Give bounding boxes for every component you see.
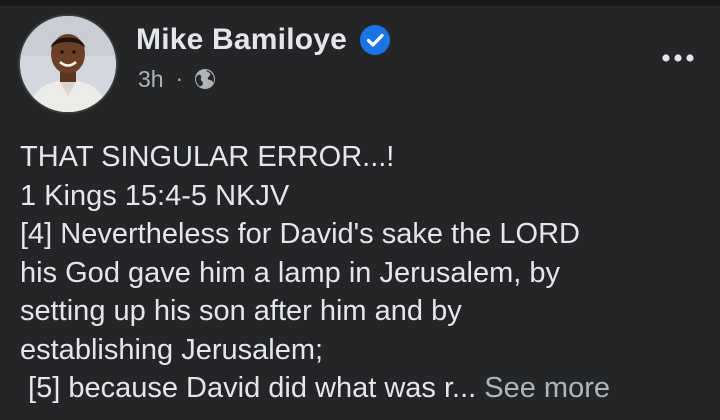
post-text-line: establishing Jerusalem; bbox=[20, 333, 324, 366]
post-text-line: setting up his son after him and by bbox=[20, 295, 462, 327]
feed-post: Mike Bamiloye 3h · THAT SINGULAR ERROR..… bbox=[0, 6, 720, 420]
post-text: THAT SINGULAR ERROR...! 1 Kings 15:4-5 N… bbox=[20, 138, 710, 408]
verified-badge-icon bbox=[359, 24, 391, 56]
globe-icon[interactable] bbox=[193, 67, 217, 91]
truncated-text: [5] because David did what was r... bbox=[20, 372, 477, 404]
post-text-line: THAT SINGULAR ERROR...! bbox=[20, 141, 395, 173]
post-text-line: 1 Kings 15:4-5 NKJV bbox=[20, 179, 290, 212]
author-name[interactable]: Mike Bamiloye bbox=[136, 23, 347, 57]
post-timestamp[interactable]: 3h bbox=[138, 66, 164, 93]
author-avatar[interactable] bbox=[18, 14, 118, 114]
post-meta: 3h · bbox=[138, 64, 217, 94]
author-header: Mike Bamiloye bbox=[136, 20, 391, 60]
post-text-line-truncated: [5] because David did what was r... See … bbox=[20, 369, 710, 408]
post-text-line: his God gave him a lamp in Jerusalem, by bbox=[20, 256, 560, 289]
more-options-button[interactable] bbox=[656, 44, 700, 72]
post-text-line: [4] Nevertheless for David's sake the LO… bbox=[20, 218, 580, 250]
meta-separator: · bbox=[175, 66, 183, 91]
avatar-image bbox=[20, 16, 116, 112]
see-more-link[interactable]: See more bbox=[484, 372, 610, 404]
more-options-icon bbox=[662, 54, 694, 62]
